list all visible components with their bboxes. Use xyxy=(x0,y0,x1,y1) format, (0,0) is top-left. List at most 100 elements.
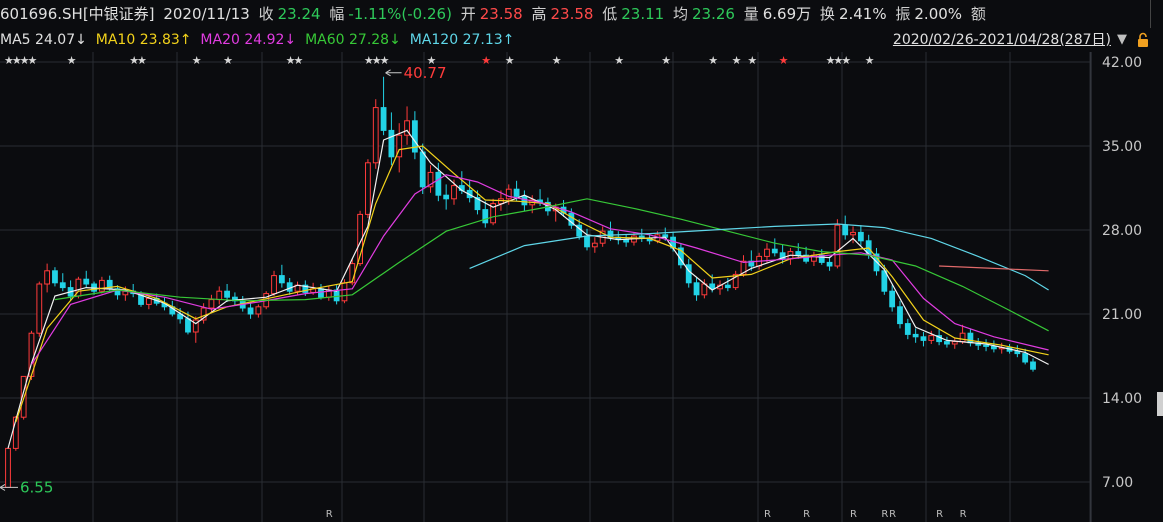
header-divider xyxy=(1150,0,1151,28)
candle-body xyxy=(443,194,450,200)
candle-body xyxy=(98,279,105,292)
ma10-label: MA10 xyxy=(95,32,136,48)
event-star-icon: ★ xyxy=(841,54,851,67)
event-star-icon: ★ xyxy=(661,54,671,67)
candle-body xyxy=(278,275,285,284)
candle-body xyxy=(795,251,802,256)
event-star-icon: ★ xyxy=(747,54,757,67)
candle-body xyxy=(990,345,997,350)
candle-body xyxy=(904,323,911,335)
turnover-value: 2.41% xyxy=(838,5,887,23)
close-label: 收 xyxy=(258,5,274,23)
candle-body xyxy=(826,261,833,267)
volume-value: 6.69万 xyxy=(762,5,812,23)
bottom-r-marker: R xyxy=(889,509,896,520)
candle-body xyxy=(44,270,51,285)
candle-body xyxy=(897,306,903,325)
amount-label: 额 xyxy=(970,5,986,23)
candle-body xyxy=(857,231,864,242)
candle-body xyxy=(318,288,324,298)
quote-date: 2020/11/13 xyxy=(163,5,250,23)
candle-body xyxy=(185,318,191,333)
stock-code[interactable]: 601696.SH[中银证券] xyxy=(0,5,155,23)
candlestick-chart[interactable]: 42.00 35.00 28.00 21.00 14.00 7.00 40.77 6.55 ★ ★… xyxy=(0,52,1163,522)
chevron-down-icon[interactable]: ▼ xyxy=(1117,28,1127,52)
candle-body xyxy=(208,299,215,309)
candle-body xyxy=(372,107,379,164)
candle-body xyxy=(513,188,520,197)
change-label: 幅 xyxy=(329,5,345,23)
candle-body xyxy=(271,275,277,295)
chart-background xyxy=(0,52,1163,522)
candle-body xyxy=(724,284,731,289)
candle-body xyxy=(419,151,426,188)
event-star-icon: ★ xyxy=(865,54,875,67)
bottom-r-marker: R xyxy=(881,509,888,520)
avg-value: 23.26 xyxy=(691,5,735,23)
event-star-icon: ★ xyxy=(481,54,491,67)
event-star-icon: ★ xyxy=(708,54,718,67)
amplitude-value: 2.00% xyxy=(914,5,963,23)
candle-body xyxy=(435,171,442,196)
high-value: 23.58 xyxy=(550,5,594,23)
ma-legend-bar: MA5 24.07↓ MA10 23.83↑ MA20 24.92↓ MA60 … xyxy=(0,28,1163,52)
y-tick-label: 35.00 xyxy=(1102,139,1142,155)
lock-icon[interactable] xyxy=(1135,32,1151,48)
event-star-icon: ★ xyxy=(223,54,233,67)
candle-body xyxy=(951,341,958,345)
candle-body xyxy=(216,290,223,301)
candle-body xyxy=(36,283,43,334)
candle-body xyxy=(842,224,849,236)
candle-body xyxy=(983,344,989,347)
candle-body xyxy=(693,282,700,296)
y-tick-label: 42.00 xyxy=(1102,55,1142,71)
candle-body xyxy=(920,336,927,341)
event-star-icon: ★ xyxy=(137,54,147,67)
candle-body xyxy=(365,162,371,215)
candle-body xyxy=(52,270,58,284)
candle-body xyxy=(623,239,630,243)
ma5-value: 24.07↓ xyxy=(35,32,87,48)
bottom-r-marker: R xyxy=(936,509,943,520)
candle-body xyxy=(771,248,778,254)
candle-body xyxy=(145,297,152,305)
y-tick-label: 7.00 xyxy=(1102,475,1133,491)
low-value: 23.11 xyxy=(621,5,665,23)
low-label: 低 xyxy=(602,5,618,23)
ma20-value: 24.92↓ xyxy=(244,32,297,48)
candle-body xyxy=(1022,353,1029,363)
event-star-icon: ★ xyxy=(192,54,202,67)
open-value: 23.58 xyxy=(479,5,523,23)
ma60-label: MA60 xyxy=(305,32,345,48)
y-tick-label: 21.00 xyxy=(1102,307,1142,323)
candle-body xyxy=(451,185,457,200)
bottom-r-marker: R xyxy=(326,509,333,520)
candle-body xyxy=(247,307,254,315)
event-star-icon: ★ xyxy=(779,54,789,67)
candle-body xyxy=(850,231,856,236)
candle-body xyxy=(928,335,935,341)
date-range-selector[interactable]: 2020/02/26-2021/04/28(287日) xyxy=(893,28,1111,52)
quote-header: 601696.SH[中银证券] 2020/11/13 收 23.24 幅 -1.11… xyxy=(0,0,1163,28)
candle-body xyxy=(967,332,974,344)
candle-body xyxy=(83,278,90,285)
bottom-r-marker: R xyxy=(803,509,810,520)
scroll-tab xyxy=(1157,392,1163,416)
event-star-icon: ★ xyxy=(505,54,515,67)
candle-body xyxy=(834,224,841,267)
open-label: 开 xyxy=(460,5,476,23)
ma5-label: MA5 xyxy=(0,32,31,48)
bottom-r-marker: R xyxy=(850,509,857,520)
candle-body xyxy=(521,195,528,206)
candle-body xyxy=(255,306,262,315)
candle-body xyxy=(482,209,489,224)
candle-body xyxy=(591,242,598,248)
candle-body xyxy=(59,282,66,289)
bottom-r-marker: R xyxy=(960,509,967,520)
event-star-icon: ★ xyxy=(294,54,304,67)
candle-body xyxy=(959,332,966,343)
ma20-label: MA20 xyxy=(200,32,240,48)
candle-body xyxy=(380,107,387,131)
candle-body xyxy=(584,235,590,248)
ma60-value: 27.28↓ xyxy=(349,32,401,48)
